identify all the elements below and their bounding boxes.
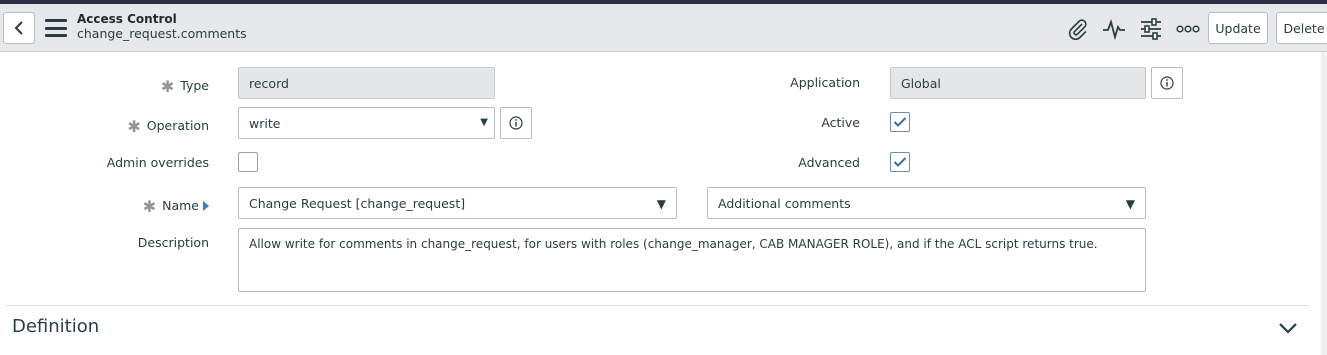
type-field[interactable]: record xyxy=(238,67,495,99)
update-button[interactable]: Update xyxy=(1208,12,1268,44)
description-textarea[interactable]: Allow write for comments in change_reque… xyxy=(238,228,1146,292)
back-button[interactable] xyxy=(3,12,35,44)
page-title: Access Control xyxy=(77,12,177,26)
advanced-checkbox[interactable] xyxy=(890,152,910,172)
scrollbar[interactable] xyxy=(1321,52,1327,355)
application-label: Application xyxy=(790,75,860,90)
name-field-select[interactable]: Additional comments ▼ xyxy=(707,187,1146,219)
name-label: ✱ Name xyxy=(110,195,209,216)
activity-icon[interactable] xyxy=(1101,16,1127,42)
required-asterisk-icon: ✱ xyxy=(127,117,141,136)
more-options-icon[interactable] xyxy=(1175,16,1201,42)
application-info-button[interactable] xyxy=(1151,67,1183,99)
chevron-left-icon xyxy=(14,21,23,35)
section-title: Definition xyxy=(12,316,100,337)
checkmark-icon xyxy=(893,157,907,167)
collapse-section-button[interactable] xyxy=(1276,318,1300,338)
name-field-value: Additional comments xyxy=(718,195,851,211)
form-header: Access Control change_request.comments U… xyxy=(0,4,1327,52)
operation-label: ✱ Operation xyxy=(127,117,209,136)
settings-sliders-icon[interactable] xyxy=(1138,16,1164,42)
section-divider xyxy=(6,305,1309,306)
description-label: Description xyxy=(137,235,209,250)
admin-overrides-checkbox[interactable] xyxy=(238,152,258,172)
required-asterisk-icon: ✱ xyxy=(142,197,157,216)
checkmark-icon xyxy=(893,117,907,127)
dropdown-arrow-icon: ▼ xyxy=(1125,197,1135,211)
name-table-value: Change Request [change_request] xyxy=(249,195,466,211)
chevron-down-icon xyxy=(1279,323,1297,334)
active-checkbox[interactable] xyxy=(890,112,910,132)
operation-info-button[interactable] xyxy=(500,107,532,139)
reference-caret-icon[interactable] xyxy=(203,201,209,211)
info-icon xyxy=(509,116,523,130)
info-icon xyxy=(1160,76,1174,90)
record-name: change_request.comments xyxy=(77,26,247,41)
operation-select[interactable]: write ▼ xyxy=(238,107,495,139)
admin-overrides-label: Admin overrides xyxy=(106,155,209,170)
hamburger-menu-icon[interactable] xyxy=(45,19,67,37)
operation-value: write xyxy=(249,115,281,131)
required-asterisk-icon: ✱ xyxy=(160,77,175,96)
name-table-select[interactable]: Change Request [change_request] ▼ xyxy=(238,187,677,219)
dropdown-arrow-icon: ▼ xyxy=(656,197,666,211)
active-label: Active xyxy=(821,115,860,130)
advanced-label: Advanced xyxy=(798,155,860,170)
type-label: ✱ Type xyxy=(160,77,209,96)
delete-button[interactable]: Delete xyxy=(1276,12,1327,44)
application-field[interactable]: Global xyxy=(890,67,1146,99)
attachment-icon[interactable] xyxy=(1065,16,1091,42)
dropdown-arrow-icon: ▼ xyxy=(480,117,488,128)
